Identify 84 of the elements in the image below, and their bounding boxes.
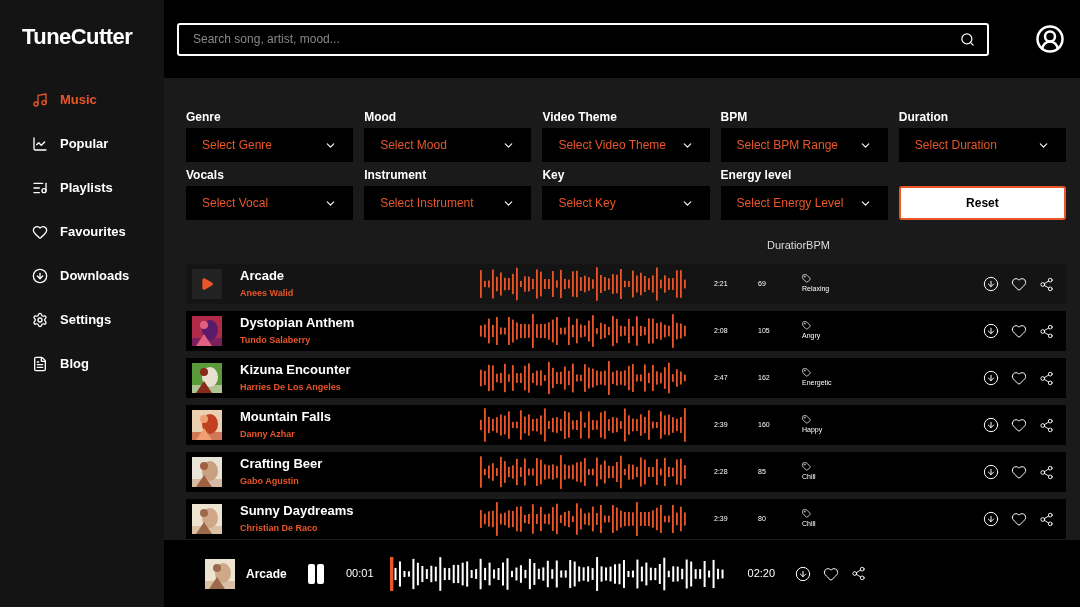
- waveform[interactable]: [389, 556, 726, 591]
- tag-icon: [802, 367, 811, 377]
- download-icon[interactable]: [983, 276, 999, 292]
- track-title: Kizuna Encounter: [240, 361, 352, 378]
- column-header: DuratiorBPM: [767, 239, 830, 251]
- track-artist: Christian De Raco: [240, 521, 319, 535]
- tag-icon: [802, 273, 811, 283]
- filter-dropdown[interactable]: Select Key: [542, 186, 710, 220]
- download-icon[interactable]: [983, 417, 999, 433]
- filter-label: Mood: [364, 110, 398, 124]
- reset-button[interactable]: Reset: [898, 186, 1066, 220]
- share-icon[interactable]: [1039, 417, 1054, 433]
- track-artist: Tundo Salaberry: [240, 333, 312, 347]
- heart-icon[interactable]: [1011, 323, 1027, 339]
- filter-label: Instrument: [364, 168, 428, 182]
- elapsed-time: 00:01: [346, 566, 374, 582]
- download-icon[interactable]: [983, 511, 999, 527]
- track-artist: Harries De Los Angeles: [240, 380, 342, 394]
- filter-label: Vocals: [186, 168, 225, 182]
- filter-label: Key: [542, 168, 566, 182]
- player-title: Arcade: [246, 565, 288, 583]
- total-time: 02:20: [747, 566, 776, 582]
- tag-icon: [802, 320, 811, 330]
- heart-icon[interactable]: [823, 565, 840, 582]
- heart-icon: [32, 224, 48, 240]
- download-icon[interactable]: [983, 323, 999, 339]
- download-icon[interactable]: [795, 565, 812, 582]
- heart-icon[interactable]: [1011, 370, 1027, 386]
- filter-dropdown[interactable]: Select Instrument: [364, 186, 532, 220]
- track-title: Sunny Daydreams: [240, 502, 355, 519]
- search-field[interactable]: Search song, artist, mood...: [177, 22, 989, 56]
- play-button[interactable]: [192, 269, 222, 299]
- music-note-icon: [32, 92, 48, 108]
- track-artist: Gabo Agustin: [240, 474, 300, 488]
- share-icon[interactable]: [1039, 370, 1054, 386]
- heart-icon[interactable]: [1011, 276, 1027, 292]
- filter-label: BPM: [720, 110, 749, 124]
- search-icon[interactable]: [960, 31, 975, 47]
- share-icon[interactable]: [1039, 323, 1054, 339]
- sidebar-item[interactable]: Favourites: [32, 220, 164, 244]
- filter-dropdown[interactable]: Select Genre: [186, 128, 354, 162]
- sidebar-item[interactable]: Settings: [32, 308, 164, 332]
- filter-dropdown[interactable]: Select Vocal: [186, 186, 354, 220]
- share-icon[interactable]: [1039, 464, 1054, 480]
- heart-icon[interactable]: [1011, 464, 1027, 480]
- filter-dropdown[interactable]: Select BPM Range: [720, 128, 888, 162]
- filter-label: Video Theme: [542, 110, 618, 124]
- heart-icon[interactable]: [1011, 417, 1027, 433]
- profile-icon[interactable]: [1035, 24, 1065, 54]
- filter-dropdown[interactable]: Select Energy Level: [720, 186, 888, 220]
- download-icon: [32, 268, 48, 284]
- download-icon[interactable]: [983, 464, 999, 480]
- filter-dropdown[interactable]: Select Duration: [898, 128, 1066, 162]
- share-icon[interactable]: [1039, 276, 1054, 292]
- track-title: Mountain Falls: [240, 408, 332, 425]
- sidebar-item[interactable]: Playlists: [32, 176, 164, 200]
- settings-icon: [32, 312, 48, 328]
- filter-label: Energy level: [720, 168, 793, 182]
- logo: TuneCutter: [21, 22, 134, 51]
- share-icon[interactable]: [1039, 511, 1054, 527]
- filter-dropdown[interactable]: Select Video Theme: [542, 128, 710, 162]
- track-artist: Danny Azhar: [240, 427, 296, 441]
- chart-icon: [32, 136, 48, 152]
- sidebar-item[interactable]: Popular: [32, 132, 164, 156]
- track-title: Crafting Beer: [240, 455, 324, 472]
- track-title: Arcade: [240, 267, 286, 284]
- filter-label: Genre: [186, 110, 222, 124]
- track-artist: Anees Walid: [240, 286, 295, 300]
- heart-icon[interactable]: [1011, 511, 1027, 527]
- sidebar-item[interactable]: Music: [32, 88, 164, 112]
- tag-icon: [802, 414, 811, 424]
- playlist-icon: [32, 180, 48, 196]
- playhead[interactable]: [389, 556, 393, 591]
- share-icon[interactable]: [851, 566, 867, 581]
- track-title: Dystopian Anthem: [240, 314, 356, 331]
- document-icon: [32, 356, 48, 372]
- tag-icon: [802, 461, 811, 471]
- sidebar-item[interactable]: Blog: [32, 352, 164, 376]
- play-icon: [200, 277, 214, 291]
- filter-dropdown[interactable]: Select Mood: [364, 128, 532, 162]
- sidebar-item[interactable]: Downloads: [32, 264, 164, 288]
- download-icon[interactable]: [983, 370, 999, 386]
- tag-icon: [802, 508, 811, 518]
- filter-label: Duration: [898, 110, 950, 124]
